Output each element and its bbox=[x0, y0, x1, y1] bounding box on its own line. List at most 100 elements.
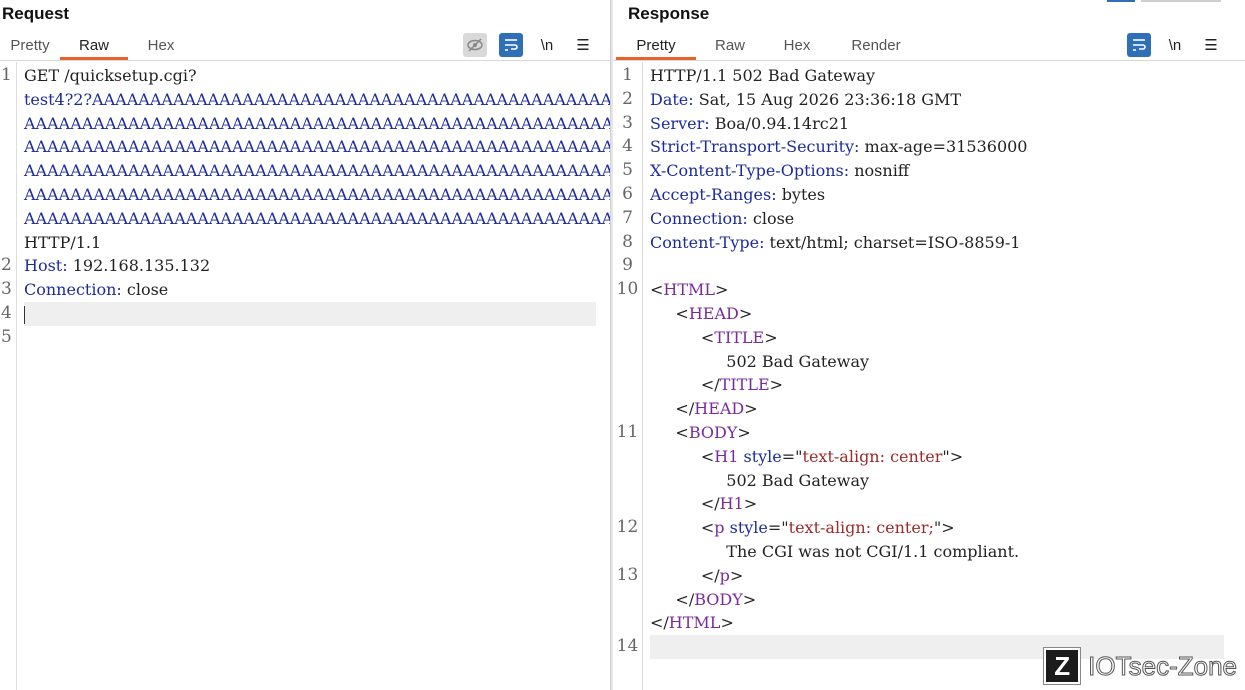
line-number: 9 bbox=[622, 255, 633, 276]
code-line: Strict-Transport-Security: max-age=31536… bbox=[650, 135, 1027, 159]
code-line: X-Content-Type-Options: nosniff bbox=[650, 159, 909, 183]
menu-icon[interactable]: ☰ bbox=[1199, 33, 1223, 57]
response-tabs: Pretty Raw Hex Render bbox=[616, 32, 922, 60]
code-line: AAAAAAAAAAAAAAAAAAAAAAAAAAAAAAAAAAAAAAAA… bbox=[24, 183, 671, 207]
line-number: 3 bbox=[1, 279, 12, 300]
request-toolbar: \n ☰ bbox=[463, 32, 595, 58]
code-token: > bbox=[742, 589, 757, 609]
code-line: <TITLE> bbox=[650, 326, 778, 350]
menu-icon[interactable]: ☰ bbox=[571, 33, 595, 57]
code-token: 192.168.135.132 bbox=[72, 256, 211, 276]
code-line: <HEAD> bbox=[650, 302, 752, 326]
code-token: The CGI was not CGI/1.1 compliant. bbox=[650, 542, 1020, 561]
code-token: 502 Bad Gateway bbox=[650, 351, 870, 371]
code-line: </p> bbox=[650, 564, 743, 588]
code-token: Accept-Ranges: bbox=[650, 185, 782, 204]
code-token: > bbox=[738, 304, 753, 323]
code-token: p bbox=[719, 565, 730, 585]
code-token: HTML bbox=[663, 280, 716, 300]
code-token: nosniff bbox=[854, 161, 910, 181]
request-gutter bbox=[0, 62, 17, 690]
code-token: HTTP/1.1 502 Bad Gateway bbox=[650, 66, 876, 85]
top-indicator bbox=[1141, 0, 1221, 2]
line-number: 4 bbox=[1, 303, 12, 323]
code-token: < bbox=[650, 423, 689, 442]
tab-hex[interactable]: Hex bbox=[764, 32, 830, 60]
code-token: < bbox=[650, 327, 715, 347]
code-line: Connection: close bbox=[24, 278, 168, 302]
newline-toggle-button[interactable]: \n bbox=[535, 33, 559, 57]
code-line: </HEAD> bbox=[650, 397, 757, 421]
text-cursor bbox=[24, 305, 25, 324]
code-line: The CGI was not CGI/1.1 compliant. bbox=[650, 540, 1019, 564]
code-token: Content-Type: bbox=[650, 232, 770, 252]
tab-render[interactable]: Render bbox=[830, 32, 922, 60]
watermark-logo: Z bbox=[1044, 648, 1081, 684]
code-token: Sat, 15 Aug 2026 23:36:18 GMT bbox=[698, 89, 962, 109]
tab-pretty[interactable]: Pretty bbox=[616, 32, 696, 60]
request-tabs: Pretty Raw Hex bbox=[0, 32, 194, 60]
code-token: HTTP/1.1 bbox=[24, 232, 102, 252]
line-number: 1 bbox=[1, 65, 12, 85]
line-number: 2 bbox=[1, 255, 12, 276]
code-line: </TITLE> bbox=[650, 373, 783, 397]
code-token: HEAD bbox=[694, 399, 745, 419]
code-line: </HTML> bbox=[650, 611, 734, 635]
code-line: Server: Boa/0.94.14rc21 bbox=[650, 112, 849, 136]
code-line: HTTP/1.1 502 Bad Gateway bbox=[650, 64, 875, 88]
code-token: bytes bbox=[781, 185, 826, 204]
code-line: <BODY> bbox=[650, 421, 750, 445]
code-token: HTML bbox=[668, 613, 721, 633]
code-token: AAAAAAAAAAAAAAAAAAAAAAAAAAAAAAAAAAAAAAAA… bbox=[24, 137, 672, 157]
response-toolbar: \n ☰ bbox=[1127, 32, 1223, 58]
line-number: 5 bbox=[1, 326, 12, 347]
response-editor[interactable]: 1 HTTP/1.1 502 Bad Gateway 2 Date: Sat, 15 … bbox=[613, 62, 1245, 690]
wrap-icon[interactable] bbox=[1127, 33, 1151, 57]
code-token: </ bbox=[650, 375, 720, 395]
code-token: 502 Bad Gateway bbox=[650, 470, 870, 490]
code-token: close bbox=[752, 208, 795, 228]
code-token: TITLE bbox=[719, 375, 770, 395]
code-token: < bbox=[650, 518, 715, 538]
code-token: "> bbox=[942, 446, 964, 466]
line-number: 8 bbox=[622, 231, 633, 252]
code-line: 502 Bad Gateway bbox=[650, 469, 869, 493]
code-line: Accept-Ranges: bytes bbox=[650, 183, 825, 207]
newline-toggle-button[interactable]: \n bbox=[1163, 33, 1187, 57]
request-editor[interactable]: 1 GET /quicksetup.cgi? test4?2?AAAAAAAAAAA… bbox=[0, 62, 671, 690]
code-token: BODY bbox=[688, 423, 738, 442]
code-token: H1 bbox=[719, 494, 744, 514]
response-title: Response bbox=[628, 4, 710, 23]
watermark: Z IOTsec-Zone bbox=[1044, 648, 1237, 684]
code-line: AAAAAAAAAAAAAAAAAAAAAAAAAAAAAAAAAAAAAAAA… bbox=[24, 135, 671, 159]
code-token: "> bbox=[933, 518, 955, 538]
code-token: AAAAAAAAAAAAAAAAAAAAAAAAAAAAAAAAAAAAAAAA… bbox=[24, 113, 672, 133]
code-line: GET /quicksetup.cgi? bbox=[24, 64, 197, 88]
code-token: X-Content-Type-Options: bbox=[650, 161, 855, 181]
code-line: Host: 192.168.135.132 bbox=[24, 254, 210, 278]
code-line: <HTML> bbox=[650, 278, 728, 302]
code-token: </ bbox=[650, 494, 720, 514]
wrap-icon[interactable] bbox=[499, 33, 523, 57]
eye-off-icon[interactable] bbox=[463, 33, 487, 57]
code-token: > bbox=[769, 375, 784, 395]
code-token: Host: bbox=[24, 256, 73, 276]
tab-raw[interactable]: Raw bbox=[696, 32, 764, 60]
code-token: =" bbox=[767, 518, 789, 538]
code-line: AAAAAAAAAAAAAAAAAAAAAAAAAAAAAAAAAAAAAAAA… bbox=[24, 207, 636, 231]
code-token: =" bbox=[781, 446, 803, 466]
line-number: 5 bbox=[622, 160, 633, 181]
tab-hex[interactable]: Hex bbox=[128, 32, 194, 60]
code-line: <p style="text-align: center;"> bbox=[650, 516, 955, 540]
tab-pretty[interactable]: Pretty bbox=[0, 32, 60, 60]
line-number: 10 bbox=[616, 279, 639, 300]
code-token: < bbox=[650, 304, 689, 323]
code-token: Server: bbox=[650, 113, 715, 133]
watermark-text: IOTsec-Zone bbox=[1088, 650, 1238, 681]
request-tabs-divider bbox=[0, 60, 611, 61]
current-line bbox=[24, 302, 596, 326]
code-line: <H1 style="text-align: center"> bbox=[650, 445, 963, 469]
code-line: </H1> bbox=[650, 492, 757, 516]
code-line: Connection: close bbox=[650, 207, 794, 231]
tab-raw[interactable]: Raw bbox=[60, 32, 128, 60]
